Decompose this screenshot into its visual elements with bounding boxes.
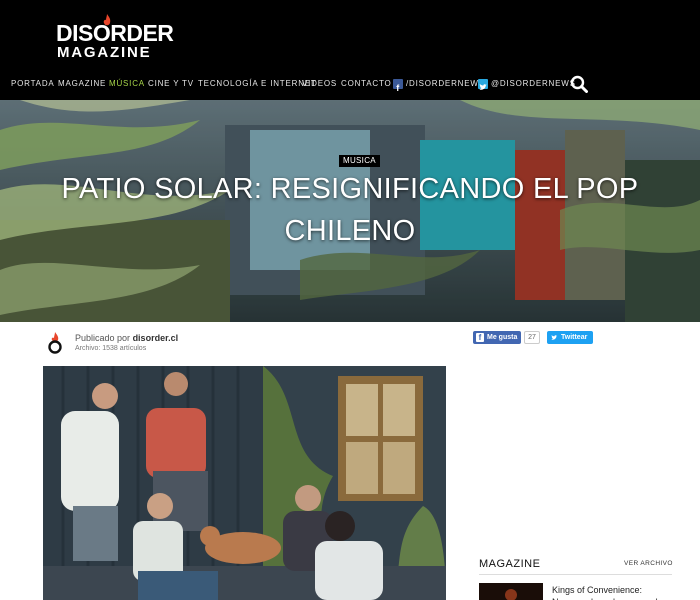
author-link[interactable]: disorder.cl: [133, 333, 179, 343]
nav-item-magazine[interactable]: MAGAZINE: [58, 74, 106, 94]
like-label: Me gusta: [487, 334, 518, 341]
nav-item-portada[interactable]: PORTADA: [11, 74, 55, 94]
view-archive-link[interactable]: VER ARCHIVO: [624, 560, 673, 567]
logo-line-2: MAGAZINE: [57, 44, 152, 61]
category-tag[interactable]: MUSICA: [339, 155, 380, 167]
tweet-button[interactable]: Twittear: [547, 331, 593, 344]
published-label: Publicado por: [75, 333, 131, 343]
svg-text:f: f: [396, 83, 400, 92]
hero-banner: MUSICA PATIO SOLAR: RESIGNIFICANDO EL PO…: [0, 100, 700, 322]
nav-item-cine-tv[interactable]: CINE Y TV: [148, 74, 194, 94]
facebook-icon[interactable]: f: [393, 79, 403, 93]
nav-item-musica[interactable]: MÚSICA: [109, 74, 145, 94]
facebook-icon: f: [476, 333, 484, 342]
author-archive-count: Archivo: 1538 artículos: [75, 345, 147, 352]
sidebar-item-title[interactable]: Kings of Convenience: Navegando en los r…: [552, 584, 682, 600]
nav-item-contacto[interactable]: CONTACTO: [341, 74, 392, 94]
site-logo[interactable]: DISORDER MAGAZINE: [56, 14, 181, 64]
nav-item-tecnologia[interactable]: TECNOLOGÍA E INTERNET: [198, 74, 317, 94]
facebook-like-button[interactable]: f Me gusta: [473, 331, 521, 344]
nav-item-videos[interactable]: VIDEOS: [302, 74, 337, 94]
tweet-label: Twittear: [561, 334, 588, 341]
article-title: PATIO SOLAR: RESIGNIFICANDO EL POP CHILE…: [61, 173, 639, 247]
band-photo: [43, 366, 446, 600]
main-nav: PORTADA MAGAZINE MÚSICA CINE Y TV TECNOL…: [0, 74, 700, 94]
twitter-icon[interactable]: [478, 79, 488, 90]
nav-facebook-link[interactable]: /DISORDERNEWS: [406, 74, 485, 94]
like-count: 27: [524, 331, 540, 344]
logo-line-1: DISORDER: [56, 20, 174, 46]
author-avatar-icon[interactable]: [47, 332, 63, 354]
article-photo[interactable]: [43, 366, 446, 600]
author-byline: Publicado por disorder.cl: [75, 333, 178, 343]
search-icon[interactable]: [570, 75, 588, 93]
nav-twitter-link[interactable]: @DISORDERNEWS: [491, 74, 576, 94]
sidebar-item-thumbnail[interactable]: [479, 583, 543, 600]
sidebar-divider: [479, 574, 672, 575]
site-header: DISORDER MAGAZINE PORTADA MAGAZINE MÚSIC…: [0, 0, 700, 100]
sidebar-title: MAGAZINE: [479, 558, 541, 570]
twitter-bird-icon: [551, 335, 558, 340]
